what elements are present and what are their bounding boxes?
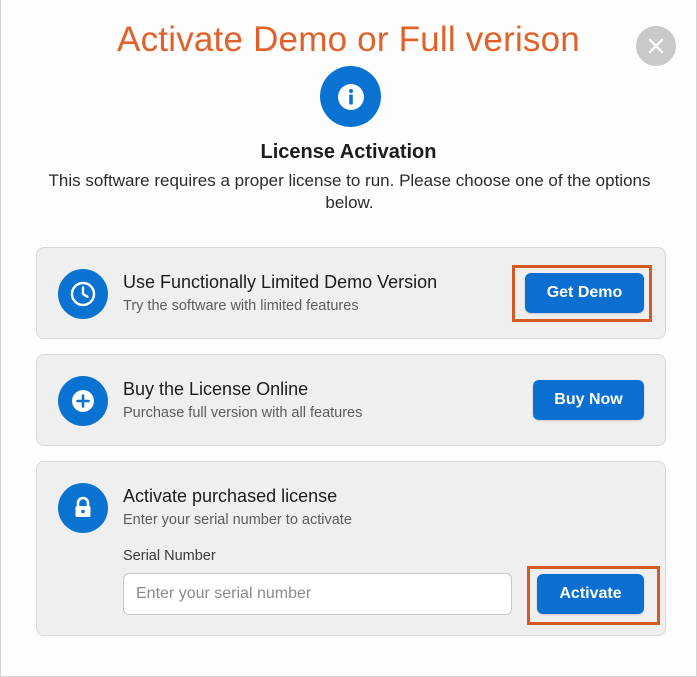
demo-card-icon-badge bbox=[58, 269, 108, 319]
serial-number-input[interactable] bbox=[123, 573, 512, 615]
activate-card-description: Enter your serial number to activate bbox=[123, 512, 352, 528]
activate-card-icon-badge bbox=[58, 483, 108, 533]
dialog-heading: License Activation bbox=[260, 141, 437, 163]
close-icon bbox=[648, 38, 664, 54]
dialog-subtitle: This software requires a proper license … bbox=[48, 171, 651, 212]
demo-card-description: Try the software with limited features bbox=[123, 298, 359, 314]
info-icon bbox=[337, 83, 364, 110]
annotation-title: Activate Demo or Full verison bbox=[117, 20, 580, 59]
buy-card-icon-badge bbox=[58, 376, 108, 426]
close-button[interactable] bbox=[636, 26, 676, 66]
buy-card: Buy the License Online Purchase full ver… bbox=[36, 354, 666, 446]
buy-now-button[interactable]: Buy Now bbox=[533, 380, 644, 420]
lock-icon bbox=[75, 496, 91, 517]
demo-card-title: Use Functionally Limited Demo Version bbox=[123, 272, 438, 292]
get-demo-button[interactable]: Get Demo bbox=[525, 273, 644, 313]
activate-button[interactable]: Activate bbox=[537, 574, 644, 614]
license-dialog: Activate Demo or Full verison License Ac… bbox=[0, 0, 697, 677]
activate-card-title: Activate purchased license bbox=[123, 486, 338, 506]
serial-number-label: Serial Number bbox=[123, 548, 216, 564]
buy-card-description: Purchase full version with all features bbox=[123, 405, 363, 421]
plus-icon bbox=[72, 390, 94, 412]
activate-card: Activate purchased license Enter your se… bbox=[36, 461, 666, 636]
info-badge bbox=[320, 66, 381, 127]
demo-card: Use Functionally Limited Demo Version Tr… bbox=[36, 247, 666, 339]
buy-card-title: Buy the License Online bbox=[123, 379, 309, 399]
clock-icon bbox=[70, 281, 96, 307]
